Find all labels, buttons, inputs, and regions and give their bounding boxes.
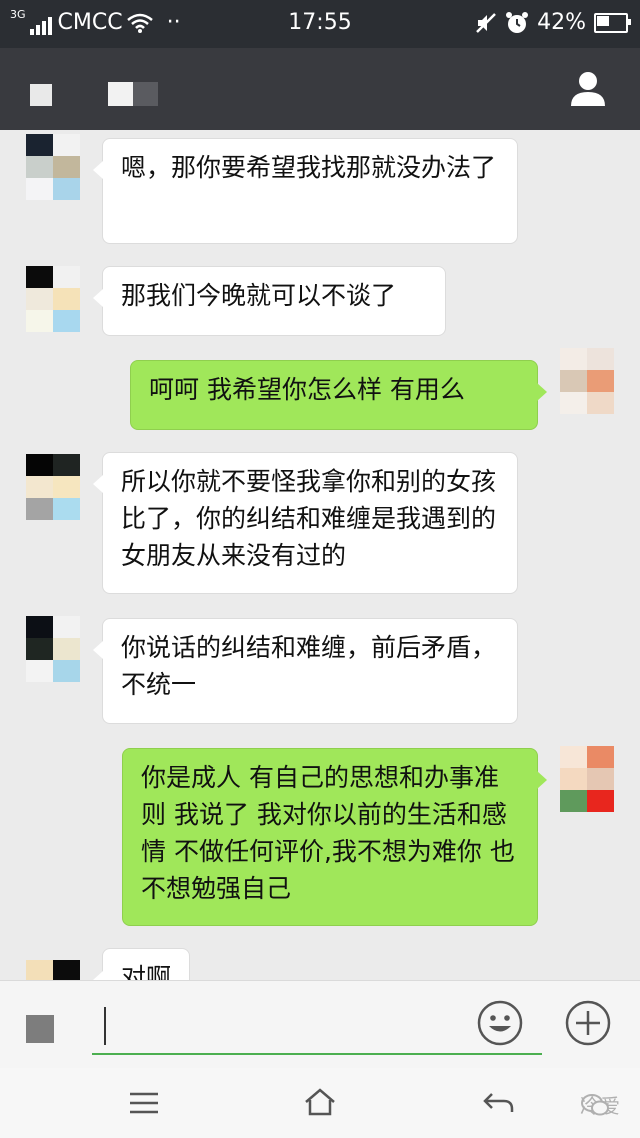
profile-icon[interactable]	[568, 68, 608, 108]
status-bar: 3G CMCC ·· 17:55 42%	[0, 0, 640, 48]
contact-avatar[interactable]	[26, 616, 80, 682]
text-cursor	[104, 1007, 106, 1045]
message-input[interactable]	[92, 1001, 542, 1055]
system-nav-bar: 冷爱	[0, 1068, 640, 1138]
voice-toggle-button[interactable]	[26, 1015, 54, 1043]
message-bubble-outgoing[interactable]: 你是成人 有自己的思想和办事准则 我说了 我对你以前的生活和感情 不做任何评价,…	[122, 748, 547, 926]
menu-icon[interactable]	[130, 1092, 158, 1114]
message-bubble-incoming[interactable]: 你说话的纠结和难缠，前后矛盾，不统一	[93, 618, 518, 724]
battery-percent: 42%	[537, 10, 586, 35]
emoji-icon[interactable]	[476, 999, 524, 1047]
contact-name-pixelated	[108, 82, 158, 106]
add-icon[interactable]	[564, 999, 612, 1047]
my-avatar[interactable]	[560, 746, 614, 812]
contact-avatar[interactable]	[26, 960, 80, 980]
contact-avatar[interactable]	[26, 454, 80, 520]
message-bubble-incoming[interactable]: 嗯，那你要希望我找那就没办法了	[93, 138, 518, 244]
message-bubble-outgoing[interactable]: 呵呵 我希望你怎么样 有用么	[130, 360, 547, 430]
mute-icon	[476, 12, 496, 33]
back-button[interactable]	[30, 84, 52, 106]
alarm-icon	[506, 11, 529, 33]
watermark: 冷爱	[580, 1090, 620, 1119]
message-list[interactable]: 嗯，那你要希望我找那就没办法了 那我们今晚就可以不谈了 呵呵 我希望你怎么样 有…	[0, 130, 640, 980]
status-right: 42%	[475, 10, 631, 35]
home-icon[interactable]	[304, 1088, 336, 1116]
wechat-logo-icon	[581, 1093, 609, 1115]
chat-header	[0, 48, 640, 130]
battery-icon	[594, 12, 631, 33]
contact-avatar[interactable]	[26, 134, 80, 200]
message-bubble-incoming[interactable]: 那我们今晚就可以不谈了	[93, 266, 446, 336]
input-bar	[0, 980, 640, 1069]
message-bubble-incoming[interactable]: 所以你就不要怪我拿你和别的女孩比了，你的纠结和难缠是我遇到的女朋友从来没有过的	[93, 452, 518, 594]
message-bubble-incoming[interactable]: 对啊	[93, 948, 190, 980]
back-arrow-icon[interactable]	[482, 1090, 514, 1114]
my-avatar[interactable]	[560, 348, 614, 414]
contact-avatar[interactable]	[26, 266, 80, 332]
